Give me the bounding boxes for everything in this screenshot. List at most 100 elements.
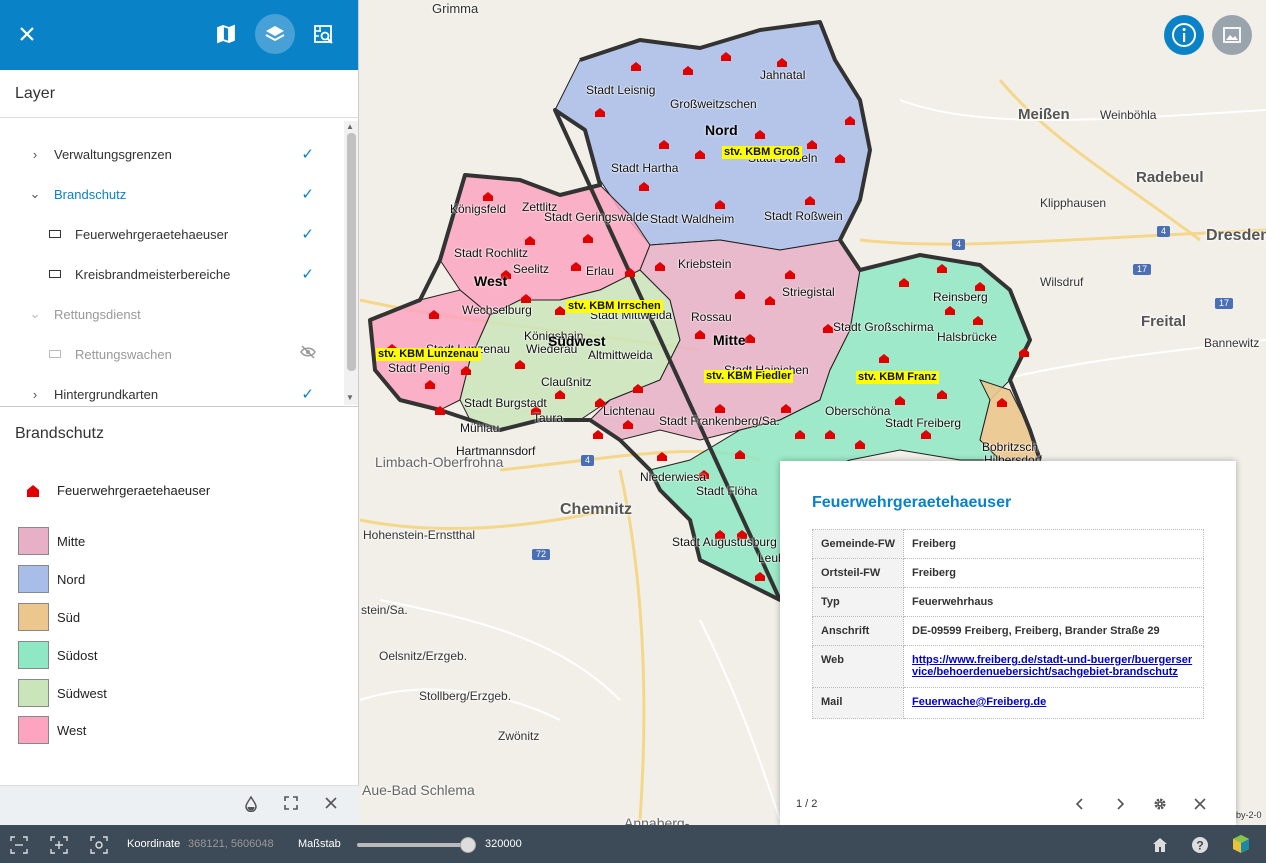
layer-label: Feuerwehrgeraetehaeuser xyxy=(75,226,229,242)
web-link[interactable]: https://www.freiberg.de/stadt-und-buerge… xyxy=(912,654,1192,678)
district-label: Stadt Waldheim xyxy=(650,212,735,226)
locate-button[interactable] xyxy=(90,836,108,854)
legend-swatch xyxy=(18,716,49,744)
sidebar-toolbar xyxy=(0,0,358,70)
kbm-label: stv. KBM Lunzenau xyxy=(376,348,481,361)
table-row: Web https://www.freiberg.de/stadt-und-bue… xyxy=(812,645,1204,688)
scroll-down-icon[interactable]: ▼ xyxy=(346,393,354,402)
map-city-label: Stollberg/Erzgeb. xyxy=(419,689,512,703)
search-map-tab-button[interactable] xyxy=(303,14,343,54)
map-city-label: Radebeul xyxy=(1136,169,1204,186)
chevron-down-icon[interactable]: ⌄ xyxy=(28,306,42,322)
map-city-label: Chemnitz xyxy=(560,501,632,518)
status-bar: Koordinate 368121, 5606048 Maßstab 32000… xyxy=(0,825,1266,863)
layer-heading: Layer xyxy=(0,70,358,118)
popup-settings-button[interactable] xyxy=(1152,797,1168,813)
checkmark-icon[interactable]: ✓ xyxy=(301,265,314,283)
checkmark-icon[interactable]: ✓ xyxy=(301,225,314,243)
legend-label: Südost xyxy=(57,647,98,663)
close-sidebar-button[interactable] xyxy=(7,14,47,54)
zoom-extent-button[interactable] xyxy=(10,836,28,854)
search-map-icon xyxy=(314,25,333,44)
district-label: Stadt Hartha xyxy=(611,161,679,175)
checkmark-icon[interactable]: ✓ xyxy=(301,145,314,163)
close-icon xyxy=(20,27,34,41)
road-shield: 4 xyxy=(1157,226,1171,237)
attribute-value: Freiberg xyxy=(903,529,1204,559)
layer-item-hintergrundkarten[interactable]: › Hintergrundkarten ✓ xyxy=(0,374,344,406)
legend-label: Süd xyxy=(57,609,81,625)
chevron-right-icon[interactable]: › xyxy=(28,387,42,402)
map-city-label: Freital xyxy=(1141,313,1187,330)
scale-slider-handle[interactable] xyxy=(460,837,476,853)
district-label: Kriebstein xyxy=(678,257,732,271)
district-label: Lichtenau xyxy=(603,404,656,418)
district-label: Stadt Flöha xyxy=(696,484,758,498)
help-button[interactable]: ? xyxy=(1191,836,1209,854)
chevron-down-icon[interactable]: ⌄ xyxy=(28,186,42,202)
sidebar: Layer › Verwaltungsgrenzen ✓ ⌄ Brandschu… xyxy=(0,0,359,825)
feature-info-popup: Feuerwehrgeraetehaeuser Gemeinde-FW Freib… xyxy=(780,461,1236,825)
layers-tab-button[interactable] xyxy=(255,14,295,54)
fullscreen-button[interactable] xyxy=(281,796,301,816)
close-legend-button[interactable] xyxy=(321,796,341,816)
legend-item: Nord xyxy=(18,565,85,593)
layer-item-brandschutz[interactable]: ⌄ Brandschutz ✓ xyxy=(0,174,344,214)
layers-icon xyxy=(265,26,285,42)
scale-slider-track[interactable] xyxy=(357,843,469,847)
mail-link[interactable]: Feuerwache@Freiberg.de xyxy=(912,696,1046,708)
map-city-label: Weinböhla xyxy=(1100,108,1157,122)
zoom-in-icon xyxy=(50,836,68,854)
help-icon: ? xyxy=(1192,837,1208,853)
kbm-label: stv. KBM Irrschen xyxy=(566,300,663,313)
home-button[interactable] xyxy=(1151,836,1169,854)
info-button[interactable] xyxy=(1164,15,1204,55)
close-popup-button[interactable] xyxy=(1192,797,1208,813)
legend-item: West xyxy=(18,716,86,744)
svg-text:?: ? xyxy=(1196,839,1203,853)
checkmark-icon[interactable]: ✓ xyxy=(301,185,314,203)
chevron-right-icon[interactable]: › xyxy=(28,147,42,162)
image-button[interactable] xyxy=(1212,15,1252,55)
district-label: Stadt Augustusburg xyxy=(672,535,777,549)
attribute-value: Feuerwehrhaus xyxy=(903,587,1204,617)
layer-scrollbar-thumb[interactable] xyxy=(347,133,356,371)
sidebar-footer xyxy=(0,785,359,825)
district-label: Hartmannsdorf xyxy=(456,444,536,458)
layer-item-rettungsdienst[interactable]: ⌄ Rettungsdienst xyxy=(0,294,344,334)
district-label: Stadt Geringswalde xyxy=(544,210,649,224)
district-label: Niederwiesa xyxy=(640,470,707,484)
scale-label: Maßstab xyxy=(298,838,341,850)
layer-item-kreisbrandmeisterbereiche[interactable]: Kreisbrandmeisterbereiche ✓ xyxy=(0,254,344,294)
attribute-key: Anschrift xyxy=(812,616,904,646)
legend-swatch xyxy=(18,565,49,593)
district-label: Oberschöna xyxy=(825,404,891,418)
zoom-in-button[interactable] xyxy=(50,836,68,854)
legend-item: Süd xyxy=(18,603,80,631)
layer-label: Rettungswachen xyxy=(75,346,172,362)
road-shield: 17 xyxy=(1133,264,1152,275)
close-icon xyxy=(1194,798,1206,810)
layer-item-rettungswachen[interactable]: Rettungswachen xyxy=(0,334,344,374)
app-logo[interactable] xyxy=(1231,834,1249,853)
next-feature-button[interactable] xyxy=(1112,797,1128,813)
map-city-label: Dresden xyxy=(1206,227,1266,244)
zoom-extent-icon xyxy=(10,836,28,854)
layer-item-verwaltungsgrenzen[interactable]: › Verwaltungsgrenzen ✓ xyxy=(0,134,344,174)
legend-title: Brandschutz xyxy=(15,425,104,442)
legend-item: Südwest xyxy=(18,679,107,707)
attribute-key: Gemeinde-FW xyxy=(812,529,904,559)
district-label: Rossau xyxy=(691,310,732,324)
layer-item-feuerwehrgeraetehaeuser[interactable]: Feuerwehrgeraetehaeuser ✓ xyxy=(0,214,344,254)
checkmark-icon[interactable]: ✓ xyxy=(301,385,314,403)
opacity-button[interactable] xyxy=(241,795,261,816)
district-label: Stadt Penig xyxy=(388,361,451,375)
home-icon xyxy=(1153,838,1167,852)
district-label: Wechselburg xyxy=(462,303,532,317)
eye-off-icon[interactable] xyxy=(300,345,316,363)
scroll-up-icon[interactable]: ▲ xyxy=(346,122,354,131)
map-tab-button[interactable] xyxy=(206,14,246,54)
map-city-label: Aue-Bad Schlema xyxy=(362,782,475,798)
previous-feature-button[interactable] xyxy=(1072,797,1088,813)
attribute-key: Typ xyxy=(812,587,904,617)
